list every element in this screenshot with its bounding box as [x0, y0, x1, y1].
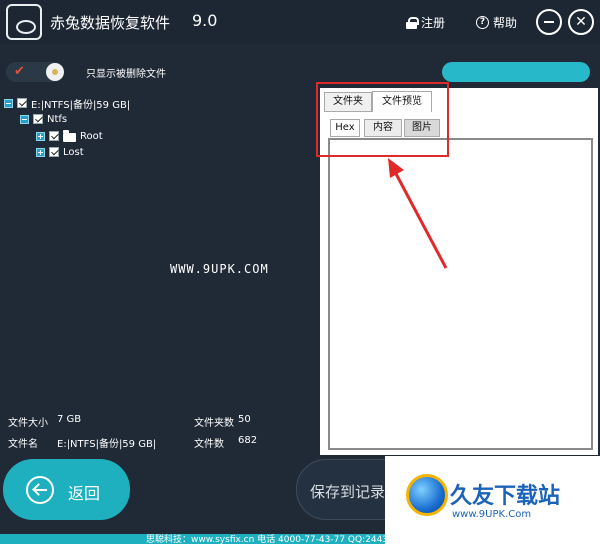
file-size-value: 7 GB — [57, 414, 82, 425]
app-logo-icon — [6, 4, 42, 40]
tree-item-root[interactable]: Root — [36, 129, 103, 143]
file-size-label: 文件大小 — [8, 418, 48, 429]
filter-label: 只显示被删除文件 — [86, 69, 166, 80]
back-button[interactable] — [3, 459, 130, 520]
help-label: 帮助 — [493, 16, 518, 30]
watermark-text: WWW.9UPK.COM — [170, 262, 269, 276]
expand-icon[interactable] — [36, 131, 45, 141]
file-name-label: 文件名 — [8, 439, 38, 450]
app-title: 赤兔数据恢复软件 — [50, 14, 171, 32]
tree-checkbox[interactable] — [33, 114, 43, 124]
globe-logo-icon — [406, 474, 448, 516]
watermark-url: www.9UPK.Com — [452, 509, 532, 520]
collapse-icon[interactable] — [4, 98, 13, 108]
expand-icon[interactable] — [36, 147, 45, 157]
close-icon: ✕ — [575, 14, 587, 30]
back-arrow-icon — [26, 476, 54, 504]
progress-bar — [442, 62, 590, 82]
register-label: 注册 — [421, 16, 446, 30]
file-name-value: E:|NTFS|备份|59 GB| — [57, 439, 157, 450]
tree-item-label: E:|NTFS|备份|59 GB| — [31, 99, 131, 111]
file-count-label: 文件数 — [194, 439, 224, 450]
minimize-button[interactable] — [536, 9, 562, 35]
collapse-icon[interactable] — [20, 114, 29, 124]
folder-icon — [63, 129, 76, 142]
tree-item-lost[interactable]: Lost — [36, 145, 84, 159]
tree-checkbox[interactable] — [49, 131, 59, 141]
tree-item-label: Root — [80, 130, 103, 142]
app-version: 9.0 — [192, 11, 218, 30]
register-link[interactable]: 注册 — [406, 14, 445, 31]
help-icon: ? — [476, 16, 489, 29]
deleted-only-toggle[interactable]: ✔ — [6, 62, 64, 82]
back-label: 返回 — [68, 484, 101, 503]
file-count-value: 682 — [238, 435, 258, 446]
preview-area[interactable] — [328, 138, 593, 450]
annotation-arrow-icon — [388, 158, 448, 269]
tree-checkbox[interactable] — [17, 98, 27, 108]
help-link[interactable]: ? 帮助 — [476, 14, 517, 31]
folder-count-label: 文件夹数 — [194, 418, 234, 429]
annotation-highlight-box — [316, 82, 449, 157]
tree-item-label: Lost — [63, 146, 84, 158]
folder-count-value: 50 — [238, 414, 251, 425]
tree-item-drive[interactable]: E:|NTFS|备份|59 GB| — [4, 96, 131, 111]
tree-checkbox[interactable] — [49, 147, 59, 157]
title-bar: 赤兔数据恢复软件 9.0 注册 ? 帮助 ✕ — [0, 0, 600, 44]
check-icon: ✔ — [14, 64, 25, 79]
tree-item-label: Ntfs — [47, 113, 68, 125]
lock-icon — [406, 16, 419, 29]
toggle-knob — [46, 63, 64, 81]
tree-item-partition[interactable]: Ntfs — [20, 112, 67, 126]
watermark-title: 久友下载站 — [450, 484, 561, 509]
footer-text: 思聪科技：www.sysfix.cn 电话 4000-77-43-77 QQ:2… — [146, 535, 406, 544]
minimize-icon — [544, 21, 554, 23]
close-button[interactable]: ✕ — [568, 9, 594, 35]
